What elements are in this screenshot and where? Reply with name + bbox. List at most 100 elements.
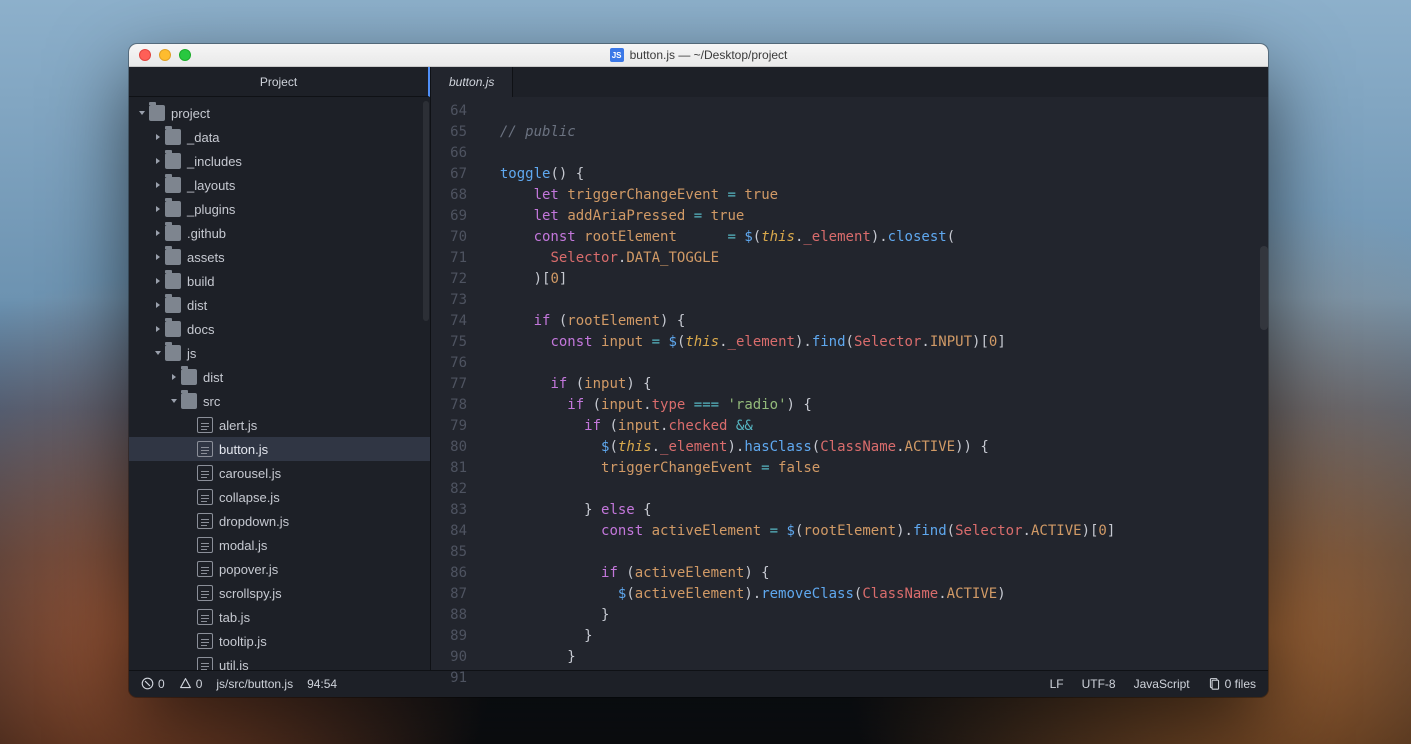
- folder-icon: [165, 273, 181, 289]
- chevron-right-icon: [185, 468, 195, 478]
- status-language[interactable]: JavaScript: [1134, 677, 1190, 691]
- code-editor[interactable]: 64 65 66 67 68 69 70 71 72 73 74 75 76 7…: [431, 97, 1268, 670]
- editor-tab-label: button.js: [449, 75, 494, 89]
- status-eol[interactable]: LF: [1050, 677, 1064, 691]
- tree-file[interactable]: collapse.js: [129, 485, 430, 509]
- folder-icon: [165, 345, 181, 361]
- file-tree[interactable]: project _data _includes_layouts _plugins .gi…: [129, 97, 430, 670]
- tree-item-label: button.js: [219, 442, 268, 457]
- status-errors[interactable]: 0: [141, 677, 165, 691]
- chevron-right-icon[interactable]: [153, 300, 163, 310]
- editor-tab-button-js[interactable]: button.js: [431, 67, 513, 97]
- status-files[interactable]: 0 files: [1208, 677, 1256, 691]
- folder-icon: [165, 225, 181, 241]
- chevron-right-icon: [185, 492, 195, 502]
- status-errors-count: 0: [158, 677, 165, 691]
- tree-item-label: _plugins: [187, 202, 235, 217]
- file-icon: [197, 489, 213, 505]
- chevron-right-icon[interactable]: [153, 228, 163, 238]
- tree-folder[interactable]: dist: [129, 365, 430, 389]
- chevron-down-icon[interactable]: [169, 396, 179, 406]
- tree-item-label: dist: [187, 298, 207, 313]
- sidebar-panel-tab-project[interactable]: Project: [129, 67, 430, 97]
- window-title: JS button.js — ~/Desktop/project: [129, 48, 1268, 62]
- tree-folder[interactable]: dist: [129, 293, 430, 317]
- tree-item-label: popover.js: [219, 562, 278, 577]
- status-cursor-position[interactable]: 94:54: [307, 677, 337, 691]
- tree-item-label: tab.js: [219, 610, 250, 625]
- chevron-right-icon: [185, 540, 195, 550]
- tree-folder[interactable]: _layouts: [129, 173, 430, 197]
- tree-folder[interactable]: js: [129, 341, 430, 365]
- tree-item-label: _data: [187, 130, 220, 145]
- tree-folder[interactable]: _plugins: [129, 197, 430, 221]
- window-title-text: button.js — ~/Desktop/project: [630, 48, 788, 62]
- chevron-right-icon[interactable]: [153, 324, 163, 334]
- tree-item-label: carousel.js: [219, 466, 281, 481]
- file-icon: [197, 441, 213, 457]
- chevron-right-icon: [185, 660, 195, 670]
- tree-folder[interactable]: docs: [129, 317, 430, 341]
- tree-item-label: docs: [187, 322, 214, 337]
- chevron-right-icon: [185, 588, 195, 598]
- folder-icon: [165, 321, 181, 337]
- file-icon: [197, 657, 213, 670]
- tree-file[interactable]: button.js: [129, 437, 430, 461]
- sidebar: Project project _data _includes_layouts _pl…: [129, 67, 431, 670]
- tree-folder[interactable]: project: [129, 101, 430, 125]
- chevron-right-icon[interactable]: [153, 204, 163, 214]
- minimap[interactable]: [1158, 97, 1268, 670]
- chevron-right-icon: [185, 516, 195, 526]
- window-controls: [129, 49, 191, 61]
- tree-file[interactable]: carousel.js: [129, 461, 430, 485]
- minimize-window-button[interactable]: [159, 49, 171, 61]
- tree-item-label: .github: [187, 226, 226, 241]
- status-files-count: 0 files: [1225, 677, 1256, 691]
- tree-file[interactable]: alert.js: [129, 413, 430, 437]
- tree-item-label: build: [187, 274, 214, 289]
- tree-file[interactable]: modal.js: [129, 533, 430, 557]
- tree-item-label: src: [203, 394, 220, 409]
- line-number-gutter: 64 65 66 67 68 69 70 71 72 73 74 75 76 7…: [431, 97, 477, 670]
- tree-folder[interactable]: src: [129, 389, 430, 413]
- tree-scrollbar-thumb[interactable]: [423, 101, 429, 321]
- tree-folder[interactable]: _data: [129, 125, 430, 149]
- tree-item-label: alert.js: [219, 418, 257, 433]
- chevron-down-icon[interactable]: [153, 348, 163, 358]
- tree-item-label: scrollspy.js: [219, 586, 282, 601]
- file-icon: [197, 585, 213, 601]
- chevron-right-icon[interactable]: [153, 156, 163, 166]
- file-icon: [197, 417, 213, 433]
- tree-file[interactable]: dropdown.js: [129, 509, 430, 533]
- status-encoding[interactable]: UTF-8: [1082, 677, 1116, 691]
- tree-folder[interactable]: build: [129, 269, 430, 293]
- chevron-right-icon[interactable]: [153, 276, 163, 286]
- code-content[interactable]: // public toggle() { let triggerChangeEv…: [477, 97, 1158, 670]
- folder-icon: [165, 129, 181, 145]
- folder-icon: [149, 105, 165, 121]
- files-icon: [1208, 677, 1221, 690]
- tree-item-label: dropdown.js: [219, 514, 289, 529]
- window-titlebar[interactable]: JS button.js — ~/Desktop/project: [129, 44, 1268, 67]
- editor-window: JS button.js — ~/Desktop/project Project…: [129, 44, 1268, 697]
- status-warnings[interactable]: 0: [179, 677, 203, 691]
- file-icon: [197, 465, 213, 481]
- tree-file[interactable]: tooltip.js: [129, 629, 430, 653]
- chevron-right-icon[interactable]: [153, 132, 163, 142]
- tree-file[interactable]: tab.js: [129, 605, 430, 629]
- tree-folder[interactable]: assets: [129, 245, 430, 269]
- tree-file[interactable]: popover.js: [129, 557, 430, 581]
- status-file-path[interactable]: js/src/button.js: [216, 677, 293, 691]
- chevron-right-icon[interactable]: [153, 180, 163, 190]
- chevron-right-icon[interactable]: [169, 372, 179, 382]
- tree-file[interactable]: scrollspy.js: [129, 581, 430, 605]
- chevron-right-icon[interactable]: [153, 252, 163, 262]
- tree-file[interactable]: util.js: [129, 653, 430, 670]
- tree-item-label: js: [187, 346, 196, 361]
- zoom-window-button[interactable]: [179, 49, 191, 61]
- close-window-button[interactable]: [139, 49, 151, 61]
- tree-folder[interactable]: .github: [129, 221, 430, 245]
- chevron-down-icon[interactable]: [137, 108, 147, 118]
- minimap-viewport-thumb[interactable]: [1260, 246, 1268, 330]
- tree-folder[interactable]: _includes: [129, 149, 430, 173]
